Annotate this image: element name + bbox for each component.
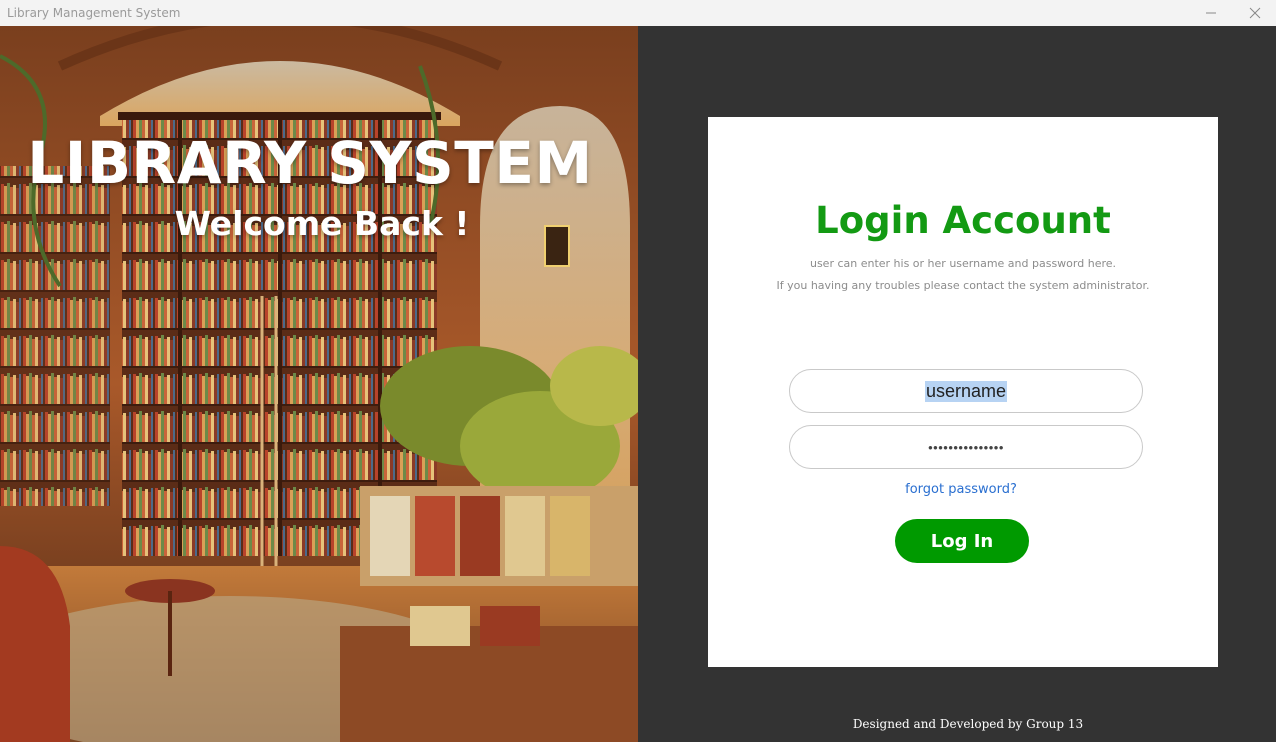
login-card: Login Account user can enter his or her … [708,117,1218,667]
username-field[interactable]: username [789,369,1143,413]
close-icon [1249,7,1261,19]
login-button[interactable]: Log In [895,519,1029,563]
password-value[interactable]: ••••••••••••••• [928,440,1004,455]
minimize-button[interactable] [1189,0,1233,26]
login-heading: Login Account [815,199,1111,242]
footer-credit: Designed and Developed by Group 13 [852,717,1084,731]
hero-subtitle: Welcome Back ! [174,204,470,243]
library-illustration: LIBRARY SYSTEM Welcome Back ! [0,26,638,742]
close-button[interactable] [1233,0,1276,26]
password-field[interactable]: ••••••••••••••• [789,425,1143,469]
forgot-password-link[interactable]: forgot password? [708,482,1214,497]
window-titlebar: Library Management System [0,0,1276,26]
username-value[interactable]: username [924,380,1008,402]
login-description-line2: If you having any troubles please contac… [776,279,1150,292]
window-title: Library Management System [7,6,181,20]
hero-title: LIBRARY SYSTEM [27,129,593,197]
minimize-icon [1206,12,1216,14]
login-description-line1: user can enter his or her username and p… [809,257,1117,270]
